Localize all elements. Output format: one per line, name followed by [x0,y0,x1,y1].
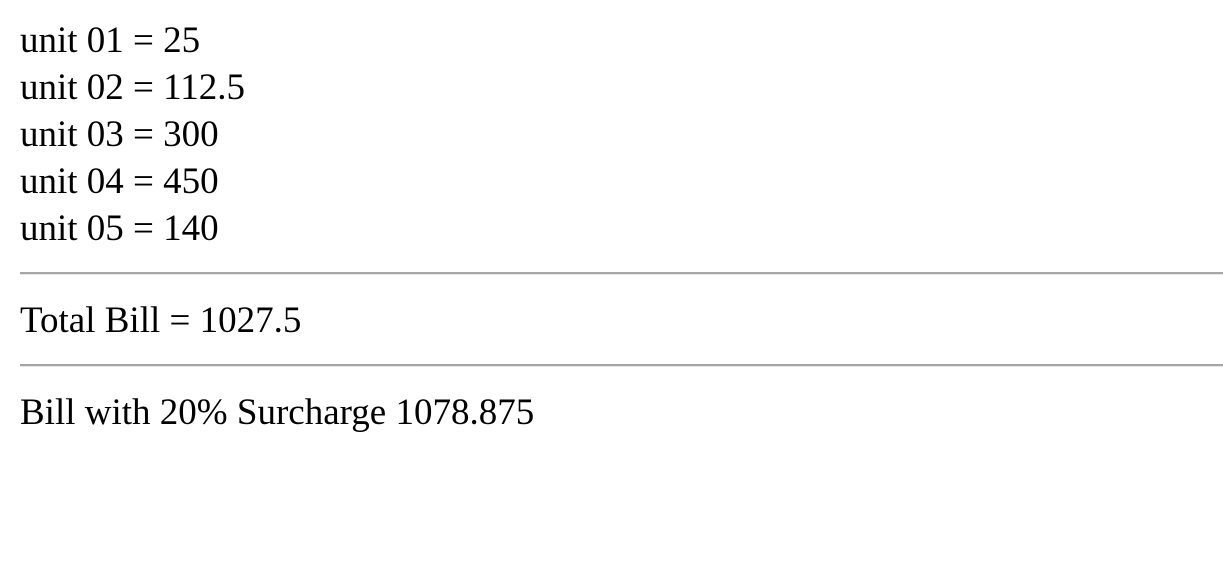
total-bill: Total Bill = 1027.5 [20,300,302,341]
unit-line-05: unit 05 = 140 [20,208,219,249]
unit-list: unit 01 = 25 unit 02 = 112.5 unit 03 = 3… [20,17,1223,252]
unit-line-02: unit 02 = 112.5 [20,67,246,108]
unit-line-03: unit 03 = 300 [20,114,219,155]
unit-line-01: unit 01 = 25 [20,20,201,61]
bill-page: unit 01 = 25 unit 02 = 112.5 unit 03 = 3… [0,0,1223,436]
unit-line-04: unit 04 = 450 [20,161,219,202]
divider-top [20,272,1223,275]
surcharge-bill: Bill with 20% Surcharge 1078.875 [20,392,535,433]
divider-bottom [20,364,1223,367]
